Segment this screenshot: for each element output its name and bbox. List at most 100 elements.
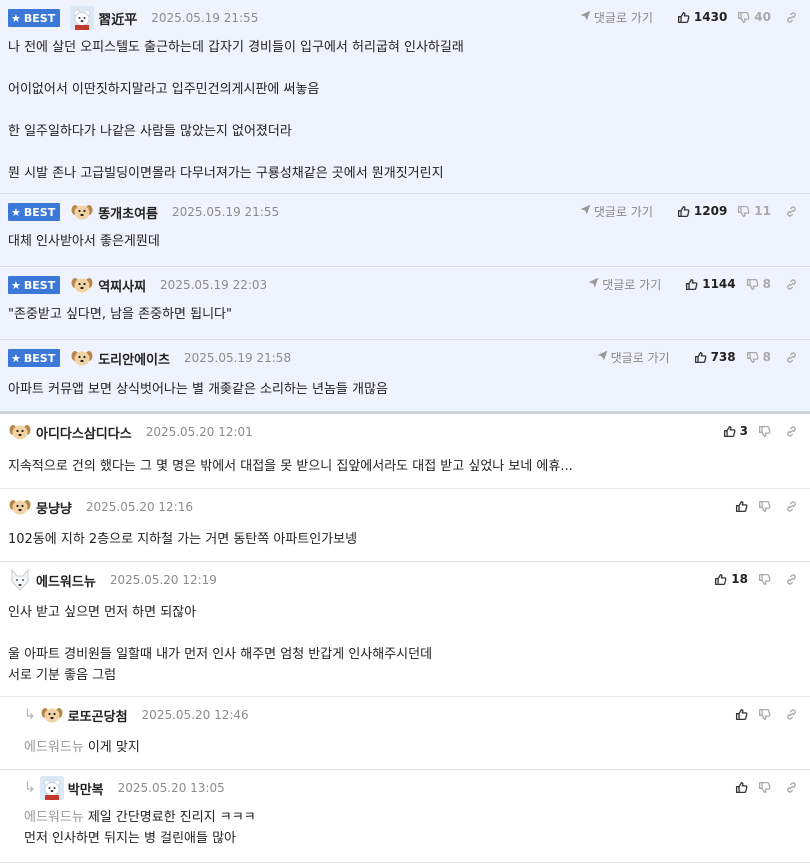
comment-text-line: 에드워드뉴 이게 맞지 [24,737,140,758]
comment-text: 대체 인사받아서 좋은게뭔데 [8,234,160,249]
downvote-button[interactable]: 40 [737,10,771,24]
upvote-count: 1430 [693,10,728,24]
go-to-reply-link[interactable]: 댓글로 가기 [597,349,670,366]
mention-nickname[interactable]: 에드워드뉴 [24,740,84,755]
link-icon[interactable] [785,205,798,218]
comment-text-line: 서로 기분 좋음 그럼 [8,665,116,686]
avatar[interactable] [39,776,64,800]
downvote-count: 40 [754,10,771,24]
author-nickname[interactable]: 똥개초여름 [98,203,158,222]
upvote-button[interactable]: 1144 [685,277,736,291]
link-icon[interactable] [785,351,798,364]
author-nickname[interactable]: 아디다스삼디다스 [36,423,132,442]
comment-date: 2025.05.19 21:58 [183,351,292,365]
avatar[interactable] [8,420,32,444]
comment-actions [725,770,798,804]
comment-text: 제일 간단명료한 진리지 ㅋㅋㅋ [87,810,256,825]
thumbs-up-icon [735,500,748,513]
avatar[interactable] [40,703,64,727]
comment-text-line: 나 전에 살던 오피스텔도 출근하는데 갑자기 경비들이 입구에서 허리굽혀 인… [8,37,464,58]
comment-text-line: 102동에 지하 2층으로 지하철 가는 거면 동탄쪽 아파트인가보넹 [8,529,357,550]
comment-text-line: 울 아파트 경비원들 일할때 내가 먼저 인사 해주면 엄청 반갑게 인사해주시… [8,644,432,665]
comment-actions: 18 [704,562,798,596]
upvote-button[interactable]: 1209 [677,204,727,218]
comment-actions: 댓글로 가기 1144 8 [588,267,798,301]
avatar[interactable] [70,6,95,30]
upvote-button[interactable] [735,708,748,721]
link-icon[interactable] [785,573,798,586]
author-nickname[interactable]: 에드워드뉴 [36,571,96,590]
thumbs-up-icon [735,708,748,721]
link-icon[interactable] [785,425,798,438]
comment-actions: 3 [713,414,798,448]
avatar[interactable] [70,346,94,370]
upvote-count: 1209 [693,204,728,218]
downvote-count: 8 [762,350,771,364]
downvote-button[interactable] [758,573,771,586]
comment-header: 에드워드뉴 2025.05.20 12:19 [8,562,217,598]
best-comment: ★ BEST 도리안에이츠 2025.05.19 21:58 댓글로 가기 738 8 아파트… [0,340,810,414]
upvote-button[interactable]: 738 [694,350,736,364]
thumbs-up-icon [714,573,727,586]
link-icon[interactable] [785,278,798,291]
comment-text-line: 인사 받고 싶으면 먼저 하면 되잖아 [8,602,196,623]
author-nickname[interactable]: 역찌사찌 [98,276,146,295]
downvote-button[interactable]: 8 [746,350,771,364]
link-icon[interactable] [785,781,798,794]
comment-date: 2025.05.19 21:55 [151,11,259,25]
upvote-button[interactable]: 3 [723,424,748,438]
mention-nickname[interactable]: 에드워드뉴 [24,810,84,825]
thumbs-down-icon [737,205,750,218]
best-badge: ★ BEST [8,9,61,27]
downvote-button[interactable] [758,708,771,721]
downvote-button[interactable] [758,781,771,794]
downvote-button[interactable]: 11 [737,204,771,218]
comment-text: 지속적으로 건의 했다는 그 몇 명은 밖에서 대접을 못 받으니 집앞에서라도… [8,459,573,474]
comment-actions [725,697,798,731]
star-icon: ★ [11,278,21,292]
author-nickname[interactable]: 뭉냥냥 [36,498,72,517]
avatar[interactable] [8,495,32,519]
thumbs-up-icon [735,781,748,794]
author-nickname[interactable]: 習近平 [98,9,137,28]
avatar[interactable] [70,273,94,297]
upvote-button[interactable] [735,781,748,794]
reply-comment: ↳ 박만복 2025.05.20 13:05 에드워드뉴 제일 간단명료한 진리지 ㅋㅋ… [0,770,810,863]
comment-text-line: 한 일주일하다가 나같은 사람들 많았는지 없어졌더라 [8,121,292,142]
best-badge: ★ BEST [8,349,61,367]
comment-text: 인사 받고 싶으면 먼저 하면 되잖아 [8,605,197,620]
comment-text: "존중받고 싶다면, 남을 존중하면 됩니다" [8,307,232,322]
comment-actions: 댓글로 가기 1430 40 [580,0,798,34]
author-nickname[interactable]: 도리안에이츠 [98,349,170,368]
upvote-button[interactable]: 18 [714,572,748,586]
reply-arrow-icon: ↳ [24,707,36,723]
thumbs-up-icon [723,425,736,438]
link-icon[interactable] [785,11,798,24]
best-badge: ★ BEST [8,276,61,294]
upvote-button[interactable]: 1430 [677,10,727,24]
avatar[interactable] [8,568,32,592]
go-to-reply-link[interactable]: 댓글로 가기 [588,276,661,293]
comment-actions [725,489,798,523]
author-nickname[interactable]: 로또곤당첨 [68,706,128,725]
go-to-reply-link[interactable]: 댓글로 가기 [580,9,653,26]
go-to-reply-label: 댓글로 가기 [602,277,662,292]
upvote-button[interactable] [735,500,748,513]
comment-text-line: 먼저 인사하면 뒤지는 병 걸린애들 많아 [24,828,236,849]
best-badge: ★ BEST [8,203,61,221]
go-to-reply-label: 댓글로 가기 [593,204,653,219]
avatar[interactable] [70,200,94,224]
link-icon[interactable] [785,500,798,513]
upvote-count: 3 [739,424,748,438]
best-comment: ★ BEST 역찌사찌 2025.05.19 22:03 댓글로 가기 1144 8 "존중받… [0,267,810,340]
thumbs-down-icon [758,781,771,794]
downvote-count: 11 [754,204,771,218]
author-nickname[interactable]: 박만복 [68,779,104,798]
comment-date: 2025.05.19 22:03 [160,278,268,292]
downvote-button[interactable] [758,425,771,438]
downvote-button[interactable] [758,500,771,513]
go-to-reply-link[interactable]: 댓글로 가기 [580,203,653,220]
best-label: BEST [23,205,56,219]
link-icon[interactable] [785,708,798,721]
downvote-button[interactable]: 8 [746,277,771,291]
